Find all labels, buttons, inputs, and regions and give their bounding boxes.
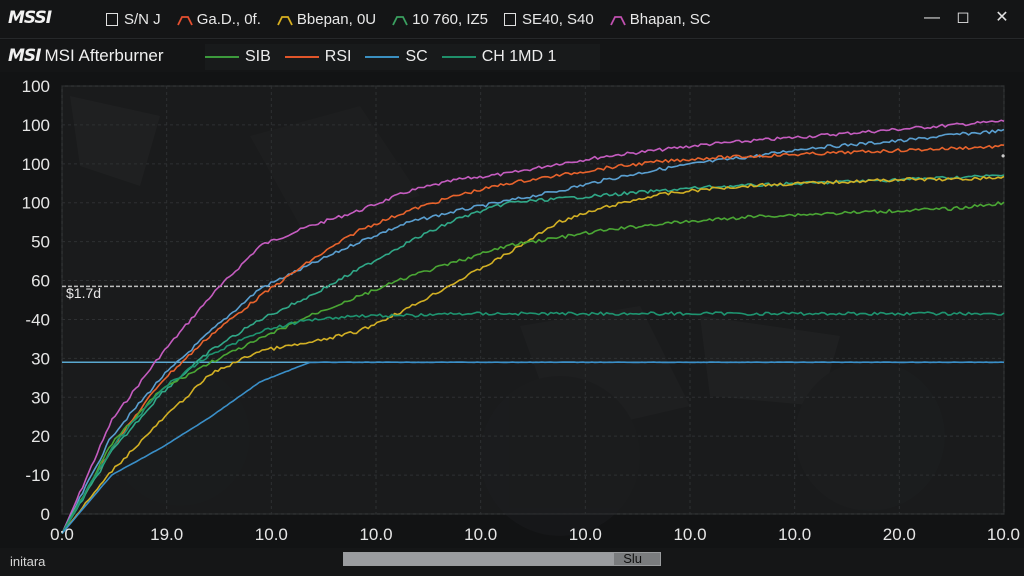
brand: MSI MSI Afterburner: [8, 46, 164, 66]
top-legend-item[interactable]: S/N J: [106, 9, 161, 29]
scrollbar-thumb[interactable]: [344, 553, 614, 565]
x-tick-label: 10.0: [464, 525, 497, 544]
series-color-icon: [277, 13, 293, 26]
series-color-icon: [392, 13, 408, 26]
y-tick-label: 0: [41, 505, 50, 524]
scrollbar-label: Slu: [623, 551, 642, 566]
series-legend-item[interactable]: SIB: [205, 48, 271, 66]
y-tick-label: -40: [25, 310, 50, 329]
x-tick-label: 10.0: [255, 525, 288, 544]
y-tick-label: 100: [22, 155, 50, 174]
x-tick-label: 20.0: [883, 525, 916, 544]
series-line-swatch: [365, 56, 400, 58]
series-legend-label: SC: [405, 48, 428, 65]
y-tick-label: -10: [25, 466, 50, 485]
y-tick-label: 50: [31, 233, 50, 252]
top-legend-item[interactable]: Bhapan, SC: [609, 9, 711, 29]
top-legend-label: Ga.D., 0f.: [196, 10, 261, 28]
series-color-icon: [609, 13, 626, 26]
series-legend: SIB RSI SC CH 1MD 1: [205, 44, 601, 70]
series-legend-item[interactable]: RSI: [284, 48, 352, 66]
monitor-graph[interactable]: 100 100 100 100 50 60 -40 30 30 20 -10 0 0:0 19.0 10.…: [0, 76, 1024, 552]
x-tick-label: 10.0: [569, 525, 602, 544]
y-tick-label: 30: [31, 388, 50, 407]
close-button[interactable]: ✕: [991, 7, 1013, 29]
x-tick-label: 10.0: [359, 525, 392, 544]
series-line-swatch: [441, 56, 476, 58]
top-legend: S/N J Ga.D., 0f. Bbepan, 0U 10 760, IZ5 SE40…: [106, 9, 727, 29]
graph-svg: 100 100 100 100 50 60 -40 30 30 20 -10 0 0:0 19.0 10.…: [0, 76, 1024, 552]
top-legend-label: 10 760, IZ5: [412, 10, 489, 28]
top-legend-item[interactable]: Ga.D., 0f.: [176, 9, 261, 29]
series-legend-item[interactable]: SC: [365, 48, 428, 66]
series-color-icon: [176, 13, 193, 26]
top-legend-label: Bbepan, 0U: [296, 10, 377, 28]
cursor-marker: •: [1001, 149, 1005, 163]
restore-button[interactable]: ◻: [952, 7, 974, 29]
title-bar: MSSI S/N J Ga.D., 0f. Bbepan, 0U 10 760, IZ…: [0, 0, 1024, 39]
status-text: initara: [10, 554, 46, 569]
series-legend-label: SIB: [245, 48, 271, 65]
series-line-swatch: [284, 56, 319, 58]
y-tick-label: 60: [31, 272, 50, 291]
top-legend-item[interactable]: 10 760, IZ5: [392, 9, 488, 29]
timeline-scrollbar[interactable]: Slu: [343, 551, 661, 566]
annotation-label: $1.7d: [66, 285, 101, 301]
series-line-swatch: [205, 56, 239, 58]
checkbox-icon: [504, 12, 517, 26]
brand-name: MSI Afterburner: [44, 46, 164, 65]
msi-logo: MSI: [8, 46, 41, 66]
y-tick-label: 20: [31, 427, 50, 446]
top-legend-label: S/N J: [124, 10, 161, 28]
x-tick-label: 10.0: [987, 525, 1020, 544]
top-legend-label: SE40, S40: [522, 10, 594, 28]
series-legend-item[interactable]: CH 1MD 1: [441, 48, 557, 66]
checkbox-icon: [106, 12, 118, 26]
x-tick-label: 0:0: [50, 525, 74, 544]
y-tick-label: 100: [22, 194, 50, 213]
top-legend-label: Bhapan, SC: [629, 10, 711, 28]
y-tick-label: 30: [31, 349, 50, 368]
x-tick-label: 10.0: [778, 525, 811, 544]
minimize-button[interactable]: —: [921, 7, 943, 29]
y-tick-label: 100: [22, 77, 50, 96]
app-logo: MSSI: [8, 8, 52, 28]
series-legend-label: CH 1MD 1: [481, 48, 557, 65]
x-tick-label: 10.0: [673, 525, 706, 544]
top-legend-item[interactable]: Bbepan, 0U: [277, 9, 376, 29]
series-legend-label: RSI: [324, 48, 352, 65]
top-legend-item[interactable]: SE40, S40: [504, 9, 594, 29]
x-tick-label: 19.0: [150, 525, 183, 544]
y-tick-label: 100: [22, 116, 50, 135]
